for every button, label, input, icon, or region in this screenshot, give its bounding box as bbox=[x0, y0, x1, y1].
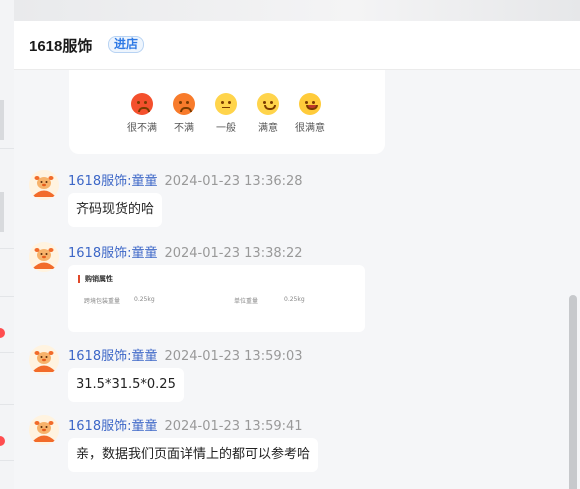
satisfied-emoji-icon bbox=[257, 93, 279, 115]
avatar[interactable] bbox=[29, 415, 59, 445]
message-bubble: 31.5*31.5*0.25 bbox=[68, 368, 184, 402]
rating-option-dissatisfied[interactable]: 不满 bbox=[163, 93, 205, 134]
attribute-label: 跨境包装重量 bbox=[84, 298, 121, 305]
rating-label: 很不满 bbox=[127, 123, 157, 134]
message-meta: 1618服饰:童童 2024-01-23 13:38:22 bbox=[68, 242, 303, 261]
attribute-value: 0.25kg bbox=[284, 296, 305, 303]
scrollbar-thumb[interactable] bbox=[569, 295, 577, 489]
neutral-emoji-icon bbox=[215, 93, 237, 115]
sender-name: 1618服饰:童童 bbox=[68, 349, 158, 364]
notification-badge bbox=[0, 328, 5, 338]
message-meta: 1618服饰:童童 2024-01-23 13:59:03 bbox=[68, 345, 303, 364]
rating-label: 不满 bbox=[174, 123, 194, 134]
message-meta: 1618服饰:童童 2024-01-23 13:59:41 bbox=[68, 415, 303, 434]
rating-label: 满意 bbox=[258, 123, 278, 134]
avatar[interactable] bbox=[29, 345, 59, 375]
dissatisfied-emoji-icon bbox=[173, 93, 195, 115]
message-bubble: 齐码现货的哈 bbox=[68, 193, 163, 227]
divider bbox=[0, 404, 14, 405]
divider bbox=[0, 296, 14, 297]
attribute-label: 单位重量 bbox=[234, 298, 259, 305]
top-bar bbox=[14, 0, 580, 21]
message-time: 2024-01-23 13:59:41 bbox=[164, 419, 303, 434]
rating-options: 很不满 不满 一般 满意 很满意 bbox=[121, 93, 331, 134]
very-dissatisfied-emoji-icon bbox=[131, 93, 153, 115]
mascot-avatar-icon bbox=[29, 170, 59, 200]
sender-name: 1618服饰:童童 bbox=[68, 419, 158, 434]
message-time: 2024-01-23 13:59:03 bbox=[164, 349, 303, 364]
notification-badge bbox=[0, 436, 5, 446]
rating-card: 很不满 不满 一般 满意 很满意 bbox=[69, 70, 385, 154]
mascot-avatar-icon bbox=[29, 242, 59, 272]
sender-name: 1618服饰:童童 bbox=[68, 174, 158, 189]
rating-option-very-dissatisfied[interactable]: 很不满 bbox=[121, 93, 163, 134]
mascot-avatar-icon bbox=[29, 345, 59, 375]
avatar[interactable] bbox=[29, 170, 59, 200]
divider bbox=[0, 352, 14, 353]
chat-window: 1618服饰 进店 很不满 不满 一般 满意 很满意 1618服饰:童童 202… bbox=[14, 21, 580, 489]
message-meta: 1618服饰:童童 2024-01-23 13:36:28 bbox=[68, 170, 303, 189]
rating-option-very-satisfied[interactable]: 很满意 bbox=[289, 93, 331, 134]
divider bbox=[0, 248, 14, 249]
message-time: 2024-01-23 13:36:28 bbox=[164, 174, 303, 189]
background-block bbox=[0, 192, 4, 232]
rating-label: 很满意 bbox=[295, 123, 325, 134]
avatar[interactable] bbox=[29, 242, 59, 272]
divider bbox=[0, 148, 14, 149]
message-bubble: 亲，数据我们页面详情上的都可以参考哈 bbox=[68, 438, 319, 472]
rating-option-neutral[interactable]: 一般 bbox=[205, 93, 247, 134]
mascot-avatar-icon bbox=[29, 415, 59, 445]
rating-label: 一般 bbox=[216, 123, 236, 134]
background-page-strip bbox=[0, 0, 15, 489]
attribute-card-title: 购销属性 bbox=[78, 275, 113, 283]
attribute-value: 0.25kg bbox=[134, 296, 155, 303]
divider bbox=[0, 460, 14, 461]
shop-name: 1618服饰 bbox=[29, 38, 93, 55]
chat-header: 1618服饰 进店 bbox=[14, 21, 580, 70]
product-attribute-card[interactable]: 购销属性 跨境包装重量 0.25kg 单位重量 0.25kg bbox=[68, 265, 365, 332]
rating-option-satisfied[interactable]: 满意 bbox=[247, 93, 289, 134]
scrollbar[interactable] bbox=[569, 70, 577, 489]
sender-name: 1618服饰:童童 bbox=[68, 246, 158, 261]
message-list[interactable]: 很不满 不满 一般 满意 很满意 1618服饰:童童 2024-01-23 13… bbox=[14, 70, 580, 489]
message-time: 2024-01-23 13:38:22 bbox=[164, 246, 303, 261]
screen: 1618服饰 进店 很不满 不满 一般 满意 很满意 1618服饰:童童 202… bbox=[0, 0, 580, 489]
very-satisfied-emoji-icon bbox=[299, 93, 321, 115]
background-block bbox=[0, 100, 4, 140]
enter-store-button[interactable]: 进店 bbox=[108, 36, 145, 53]
